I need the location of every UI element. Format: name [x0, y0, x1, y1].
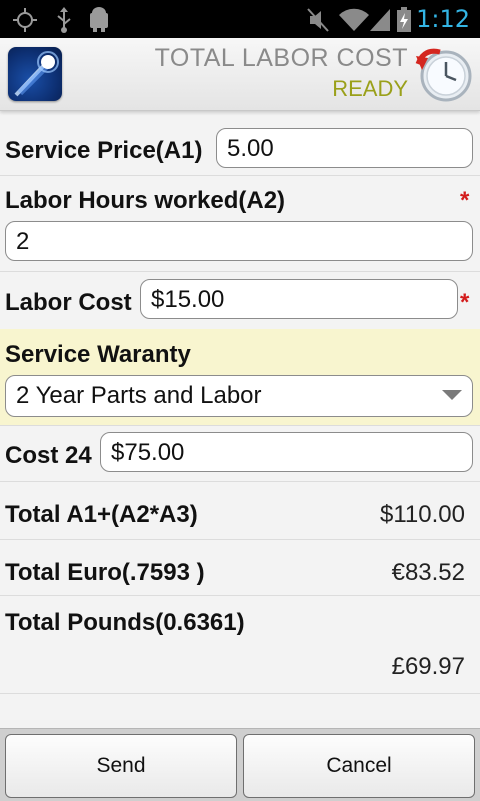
cost-row: Cost 24 $75.00	[0, 425, 480, 482]
total-euro-value: €83.52	[391, 559, 465, 586]
history-clock-icon[interactable]	[414, 44, 472, 102]
total-a-value: $110.00	[380, 501, 465, 528]
labor-cost-input[interactable]: $15.00	[140, 279, 458, 319]
cancel-button[interactable]: Cancel	[243, 734, 475, 798]
gps-icon	[12, 7, 38, 38]
labor-cost-row: Labor Cost $15.00 *	[0, 271, 480, 330]
total-pounds-label: Total Pounds(0.6361)	[5, 609, 245, 636]
page-title: TOTAL LABOR COST	[154, 44, 408, 72]
app-header: TOTAL LABOR COST READY	[0, 38, 480, 111]
mute-icon	[306, 7, 330, 38]
total-a-label: Total A1+(A2*A3)	[5, 501, 198, 528]
cost-input[interactable]: $75.00	[100, 432, 473, 472]
labor-cost-label: Labor Cost	[5, 289, 132, 316]
service-warranty-label: Service Waranty	[5, 341, 191, 368]
bottom-button-bar: Send Cancel	[0, 728, 480, 801]
usb-icon	[54, 7, 74, 38]
status-label: READY	[332, 76, 408, 101]
status-time: 1:12	[416, 5, 470, 33]
dropdown-arrow-icon	[442, 390, 462, 400]
service-warranty-dropdown[interactable]: 2 Year Parts and Labor	[5, 375, 473, 417]
labor-hours-required-mark: *	[460, 187, 470, 214]
signal-icon	[368, 7, 392, 38]
total-euro-row: Total Euro(.7593 ) €83.52	[0, 539, 480, 596]
labor-cost-required-mark: *	[460, 289, 470, 316]
wifi-icon	[338, 7, 370, 38]
total-pounds-row: Total Pounds(0.6361) £69.97	[0, 595, 480, 694]
app-logo-icon[interactable]	[8, 47, 62, 101]
service-price-label: Service Price(A1)	[5, 137, 203, 164]
labor-hours-input[interactable]: 2	[5, 221, 473, 261]
status-bar: 1:12	[0, 0, 480, 38]
service-price-row: Service Price(A1) 5.00	[0, 111, 480, 176]
total-a-row: Total A1+(A2*A3) $110.00	[0, 481, 480, 540]
labor-hours-row: Labor Hours worked(A2) * 2	[0, 175, 480, 272]
total-pounds-value: £69.97	[391, 653, 465, 680]
service-price-input[interactable]: 5.00	[216, 128, 473, 168]
android-debug-icon	[88, 7, 110, 38]
total-euro-label: Total Euro(.7593 )	[5, 559, 205, 586]
cost-label: Cost 24	[5, 442, 92, 469]
labor-hours-label: Labor Hours worked(A2)	[5, 187, 286, 214]
service-warranty-selected: 2 Year Parts and Labor	[16, 382, 262, 409]
service-warranty-row: Service Waranty 2 Year Parts and Labor	[0, 329, 480, 426]
send-button[interactable]: Send	[5, 734, 237, 798]
battery-charging-icon	[396, 7, 412, 38]
